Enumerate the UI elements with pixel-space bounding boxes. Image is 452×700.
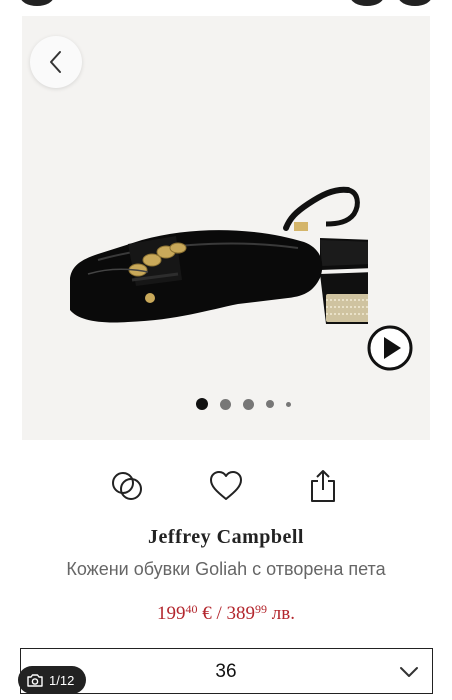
product-actions xyxy=(0,466,452,506)
price-eur-cents: 40 xyxy=(185,602,198,616)
product-price: 19940 € / 38999 лв. xyxy=(0,602,452,625)
price-eur-whole: 199 xyxy=(157,603,186,624)
price-bgn-whole: 389 xyxy=(226,603,256,624)
top-bar-icon[interactable] xyxy=(398,0,432,6)
compare-button[interactable] xyxy=(107,466,147,506)
share-button[interactable] xyxy=(303,466,343,506)
favorite-button[interactable] xyxy=(206,466,246,506)
price-bgn-cents: 99 xyxy=(255,602,268,616)
photo-counter-badge[interactable]: 1/12 xyxy=(18,666,87,694)
heart-icon xyxy=(210,471,242,500)
chevron-left-icon xyxy=(50,51,61,73)
photo-counter-label: 1/12 xyxy=(49,672,75,688)
pagination-dot[interactable] xyxy=(220,398,231,410)
top-bar-icon[interactable] xyxy=(20,0,54,6)
play-icon[interactable] xyxy=(366,324,414,372)
compare-icon xyxy=(112,472,142,500)
product-title: Кожени обувки Goliah с отворена пета xyxy=(66,559,386,579)
camera-icon xyxy=(27,674,43,687)
product-image xyxy=(70,186,368,324)
brand-name[interactable]: Jeffrey Campbell xyxy=(0,526,452,549)
price-eur-suffix: € / xyxy=(197,603,227,624)
pagination-dot[interactable] xyxy=(266,400,274,408)
product-image-gallery[interactable] xyxy=(22,16,430,440)
share-icon xyxy=(311,470,335,502)
pagination-dot-active[interactable] xyxy=(196,398,208,410)
pagination-dot[interactable] xyxy=(286,401,291,407)
chevron-down-icon xyxy=(400,667,418,677)
back-button[interactable] xyxy=(30,36,82,88)
top-bar-icon[interactable] xyxy=(350,0,384,6)
price-bgn-suffix: лв. xyxy=(267,603,295,624)
gallery-pagination xyxy=(196,397,291,411)
pagination-dot[interactable] xyxy=(243,398,254,410)
